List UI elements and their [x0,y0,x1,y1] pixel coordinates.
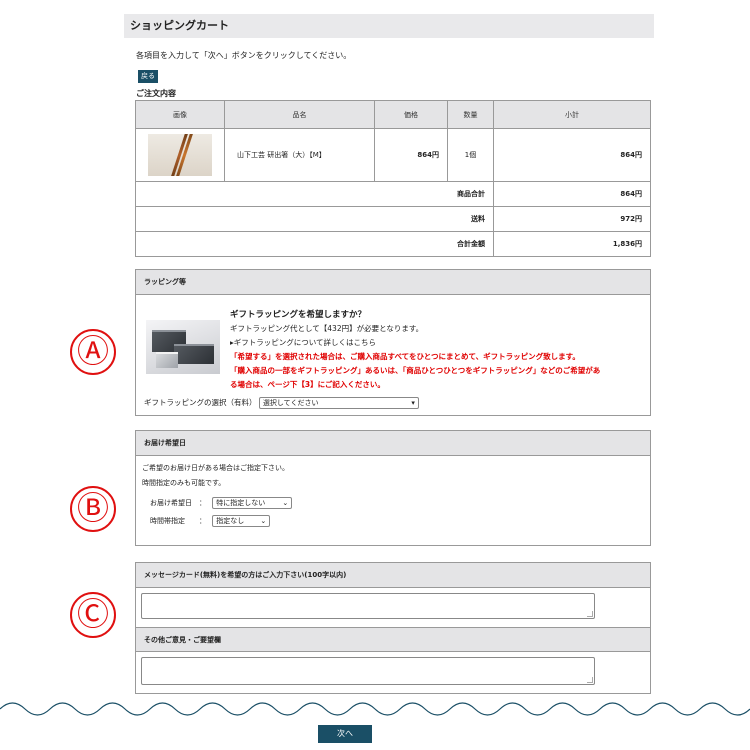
select-value: 指定なし [216,517,245,525]
sum-row-shipping: 送料 972円 [135,206,651,232]
marker-c: Ⓒ [70,592,116,638]
chevron-down-icon: ▾ [411,399,415,407]
sum-value: 864円 [493,181,651,207]
date-field-row: お届け希望日 ： 特に指定しない ⌄ [150,497,293,509]
delivery-note: 時間指定のみも可能です。 [142,479,226,487]
product-name: 山下工芸 研出箸（大）【M】 [224,128,375,182]
marker-a: Ⓐ [70,329,116,375]
wrapping-select-row: ギフトラッピングの選択（有料） 選択してください ▾ [144,397,419,409]
chevron-down-icon: ⌄ [260,517,267,525]
select-value: 特に指定しない [216,499,266,507]
column-header: 小計 [493,100,651,129]
wrapping-select-label: ギフトラッピングの選択（有料） [144,398,257,407]
link-label: ギフトラッピングについて詳しくはこちら [233,338,377,347]
wrapping-question: ギフトラッピングを希望しますか？ [230,310,367,320]
sum-row-total: 合計金額 1,836円 [135,231,651,257]
product-subtotal: 864円 [493,128,651,182]
message-card-textarea[interactable] [141,593,595,619]
column-header: 品名 [224,100,375,129]
cart-page: ショッピングカート 各項目を入力して「次へ」ボタンをクリックしてください。 戻る… [124,14,654,694]
date-label: お届け希望日 ： [150,499,206,507]
section-heading: ラッピング等 [136,270,650,295]
sum-label: 商品合計 [135,181,494,207]
marker-b: Ⓑ [70,486,116,532]
gift-box-image [146,320,220,374]
column-header: 数量 [447,100,494,129]
column-header: 画像 [135,100,225,129]
back-button[interactable]: 戻る [138,70,158,83]
instruction-text: 各項目を入力して「次へ」ボタンをクリックしてください。 [136,51,352,60]
product-image-cell [135,128,225,182]
message-section: メッセージカード(無料)を希望の方はご入力下さい(100字以内) その他ご意見・… [135,562,651,694]
table-header-row: 画像 品名 価格 数量 小計 [135,100,651,129]
wrapping-info: ギフトラッピングを希望しますか？ ギフトラッピング代として【432円】が必要とな… [230,308,600,392]
sum-label: 合計金額 [135,231,494,257]
product-price: 864円 [374,128,448,182]
time-field-row: 時間帯指定 ： 指定なし ⌄ [150,515,271,527]
wrapping-info-link[interactable]: ▸ギフトラッピングについて詳しくはこちら [230,336,600,350]
wrapping-fee-note: ギフトラッピング代として【432円】が必要となります。 [230,324,424,333]
delivery-note: ご希望のお届け日がある場合はご指定下さい。 [142,464,289,472]
section-heading: メッセージカード(無料)を希望の方はご入力下さい(100字以内) [136,563,650,588]
chevron-down-icon: ⌄ [282,499,289,507]
wrapping-warning: 「希望する」を選択された場合は、ご購入商品すべてをひとつにまとめて、ギフトラッピ… [230,352,580,361]
wrapping-warning: 「購入商品の一部をギフトラッピング」あるいは、「商品ひとつひとつをギフトラッピン… [230,366,601,375]
table-row: 山下工芸 研出箸（大）【M】 864円 1個 864円 [135,128,651,182]
section-heading: お届け希望日 [136,431,650,456]
delivery-section: お届け希望日 ご希望のお届け日がある場合はご指定下さい。 時間指定のみも可能です… [135,430,651,546]
column-header: 価格 [374,100,448,129]
next-button[interactable]: 次へ [318,725,372,743]
delivery-time-select[interactable]: 指定なし ⌄ [212,515,271,527]
product-qty: 1個 [447,128,494,182]
section-heading: その他ご意見・ご要望欄 [136,627,650,652]
wave-divider [0,702,750,716]
sum-label: 送料 [135,206,494,232]
select-value: 選択してください [262,399,319,407]
order-heading: ご注文内容 [136,89,176,98]
sum-row-goods: 商品合計 864円 [135,181,651,207]
time-label: 時間帯指定 ： [150,517,206,525]
order-table: 画像 品名 価格 数量 小計 山下工芸 研出箸（大）【M】 864円 1個 86… [135,100,651,257]
wrapping-warning: る場合は、ページ下【3】にご記入ください。 [230,380,385,389]
wrapping-select[interactable]: 選択してください ▾ [258,397,419,409]
comments-textarea[interactable] [141,657,595,685]
chopsticks-image[interactable] [148,134,212,176]
sum-value: 972円 [493,206,651,232]
delivery-date-select[interactable]: 特に指定しない ⌄ [212,497,293,509]
page-title: ショッピングカート [124,14,654,38]
sum-value: 1,836円 [493,231,651,257]
wrapping-section: ラッピング等 ギフトラッピングを希望しますか？ ギフトラッピング代として【432… [135,269,651,416]
